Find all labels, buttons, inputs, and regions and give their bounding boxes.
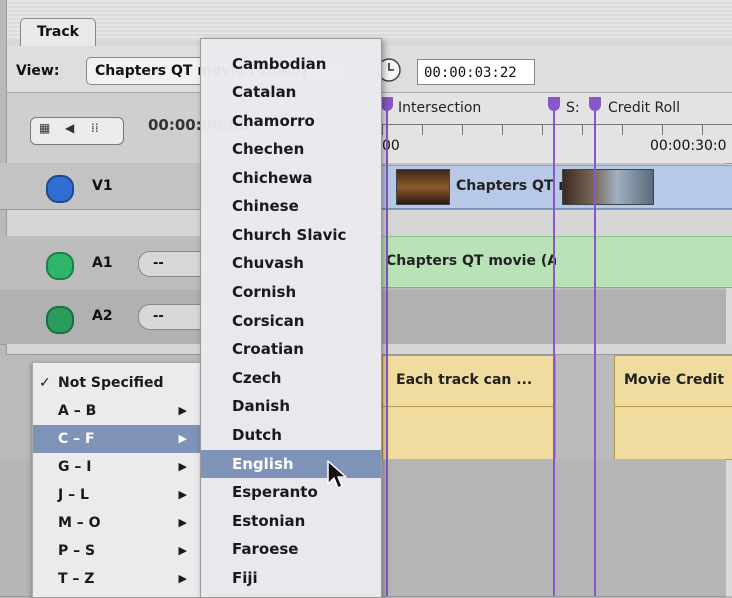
audio-track-icon[interactable] <box>46 252 74 280</box>
submenu-arrow-icon: ▶ <box>178 544 187 557</box>
marker-line <box>594 110 596 596</box>
language-item[interactable]: Church Slavic <box>201 221 381 249</box>
language-menu: Cambodian Catalan Chamorro Chechen Chich… <box>200 38 382 598</box>
range-item-j-l[interactable]: J – L ▶ <box>33 481 201 509</box>
video-clip-label: Chapters QT movie (Video) <box>456 178 566 194</box>
language-item[interactable]: Chuvash <box>201 249 381 277</box>
range-item-not-specified[interactable]: ✓ Not Specified <box>33 369 201 397</box>
language-item[interactable]: Cambodian <box>201 50 381 78</box>
track-label-v1: V1 <box>92 178 113 194</box>
language-item[interactable]: Danish <box>201 392 381 420</box>
submenu-arrow-icon: ▶ <box>178 404 187 417</box>
marker-credit-roll-icon[interactable] <box>589 97 601 111</box>
audio-track-icon[interactable] <box>46 306 74 334</box>
language-item[interactable]: Catalan <box>201 78 381 106</box>
ruler-ticks <box>382 124 732 135</box>
range-item-a-b[interactable]: A – B ▶ <box>33 397 201 425</box>
grid-icon[interactable]: ▦ <box>39 121 50 135</box>
language-item[interactable]: Chinese <box>201 192 381 220</box>
subtitle-clip[interactable] <box>382 406 556 460</box>
marker-s-icon[interactable] <box>548 97 560 111</box>
language-item[interactable]: Corsican <box>201 307 381 335</box>
speaker-icon[interactable]: ◀ <box>65 121 74 135</box>
language-item[interactable]: Chamorro <box>201 107 381 135</box>
language-item[interactable]: Chichewa <box>201 164 381 192</box>
marker-credit-roll-label: Credit Roll <box>608 100 680 116</box>
track-controls[interactable]: ▦ ◀ ⁞⁞ <box>30 117 124 145</box>
language-item[interactable]: Cornish <box>201 278 381 306</box>
subtitle-clip-label: Movie Credit <box>624 372 725 388</box>
marker-line <box>553 110 555 596</box>
range-item-t-z[interactable]: T – Z ▶ <box>33 565 201 593</box>
submenu-arrow-icon: ▶ <box>178 516 187 529</box>
submenu-arrow-icon: ▶ <box>178 460 187 473</box>
clip-thumbnail <box>396 169 450 205</box>
submenu-arrow-icon: ▶ <box>178 572 187 585</box>
checkmark-icon: ✓ <box>39 375 51 391</box>
submenu-arrow-icon: ▶ <box>178 432 187 445</box>
language-item[interactable]: Estonian <box>201 507 381 535</box>
tab-strip <box>7 0 732 40</box>
mouse-cursor-icon <box>326 459 348 495</box>
subtitle-clip-label: Each track can ... <box>396 372 533 388</box>
marker-intersection-label: Intersection <box>398 100 482 116</box>
timecode-field[interactable]: 00:00:03:22 <box>417 59 535 85</box>
range-item-g-i[interactable]: G – I ▶ <box>33 453 201 481</box>
clip-thumbnail <box>562 169 654 205</box>
marker-s-label: S: <box>566 100 580 116</box>
language-range-submenu: ✓ Not Specified A – B ▶ C – F ▶ G – I ▶ J – … <box>32 362 201 597</box>
ruler-start-label: 00 <box>382 138 400 154</box>
language-item[interactable]: Faroese <box>201 535 381 563</box>
track-label-a2: A2 <box>92 308 113 324</box>
subtitle-clip[interactable] <box>614 406 732 460</box>
language-item[interactable]: Czech <box>201 364 381 392</box>
view-label: View: <box>16 63 60 79</box>
ruler-mark-label: 00:00:30:0 <box>650 138 727 154</box>
range-item-p-s[interactable]: P – S ▶ <box>33 537 201 565</box>
range-item-c-f[interactable]: C – F ▶ <box>33 425 201 453</box>
range-item-m-o[interactable]: M – O ▶ <box>33 509 201 537</box>
language-item[interactable]: Fiji <box>201 564 381 592</box>
track-label-a1: A1 <box>92 255 113 271</box>
submenu-arrow-icon: ▶ <box>178 488 187 501</box>
language-item-selected[interactable]: English <box>201 450 381 478</box>
marker-intersection-icon[interactable] <box>381 97 393 111</box>
keypad-icon[interactable]: ⁞⁞ <box>91 121 99 135</box>
language-item[interactable]: Croatian <box>201 335 381 363</box>
marker-line <box>386 110 388 596</box>
language-item[interactable]: Esperanto <box>201 478 381 506</box>
language-item[interactable]: Chechen <box>201 135 381 163</box>
video-track-icon[interactable] <box>46 175 74 203</box>
audio-clip-label: Chapters QT movie (Audio) <box>386 253 556 269</box>
language-item[interactable]: Dutch <box>201 421 381 449</box>
tab-track[interactable]: Track <box>20 18 96 47</box>
